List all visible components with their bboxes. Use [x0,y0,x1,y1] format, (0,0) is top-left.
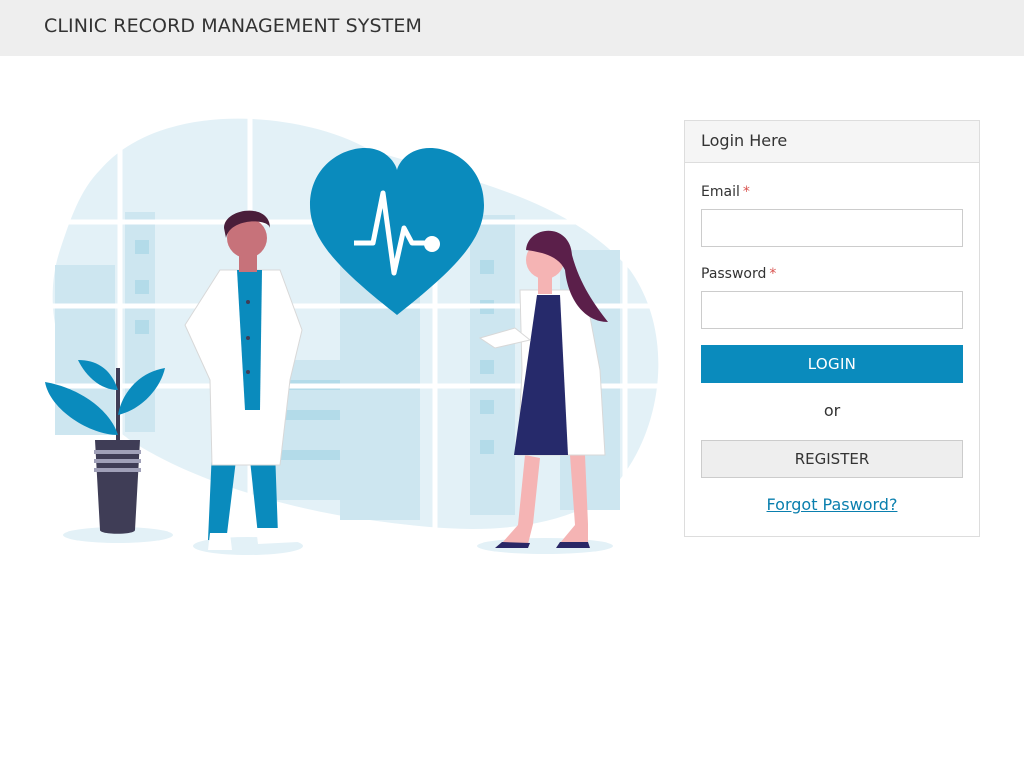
password-required-mark: * [769,266,777,282]
login-card: Login Here Email * Password * LOGIN or REG… [684,120,980,537]
password-label: Password * [701,264,963,284]
email-label-text: Email [701,184,740,200]
top-bar: CLINIC RECORD MANAGEMENT SYSTEM [0,0,1024,56]
email-label: Email * [701,182,963,202]
register-button[interactable]: REGISTER [701,440,963,478]
password-group: Password * [701,264,963,329]
doctors-heart-illustration [40,110,670,555]
app-title: CLINIC RECORD MANAGEMENT SYSTEM [44,15,422,37]
forgot-password-link[interactable]: Forgot Pasword? [701,495,963,514]
login-card-title: Login Here [685,121,979,163]
password-label-text: Password [701,266,767,282]
email-required-mark: * [742,184,750,200]
email-group: Email * [701,182,963,247]
login-form: Email * Password * LOGIN or REGISTER Forgo… [685,163,979,514]
email-input[interactable] [701,209,963,247]
login-button[interactable]: LOGIN [701,345,963,383]
or-divider-text: or [823,401,841,420]
password-input[interactable] [701,291,963,329]
